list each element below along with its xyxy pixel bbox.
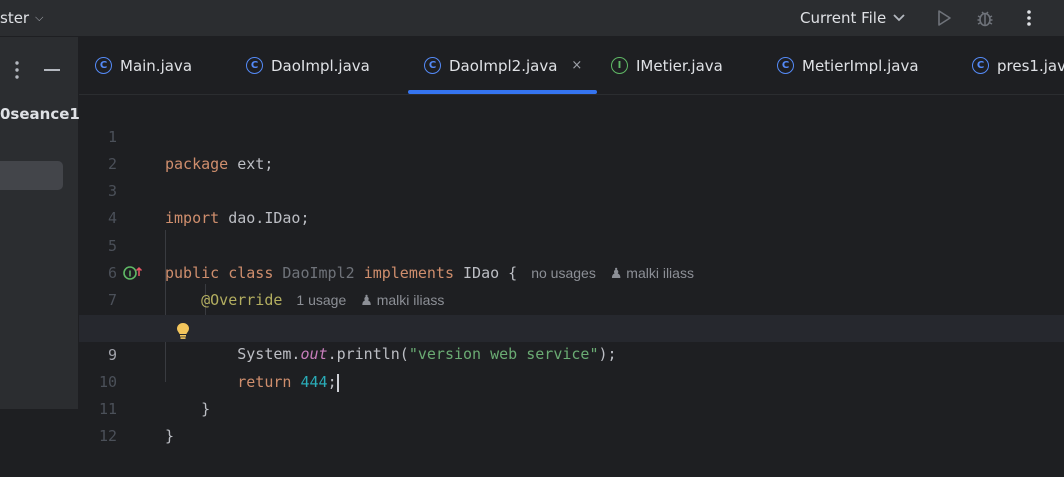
svg-text:I: I xyxy=(129,270,132,279)
chevron-down-icon: ⌵ xyxy=(35,11,44,24)
code-editor[interactable]: 1 package ext; 2 3 import dao.IDao; 4 5 … xyxy=(79,95,1064,445)
more-vertical-icon[interactable] xyxy=(10,60,24,80)
code-line: 2 xyxy=(79,124,1064,173)
run-icon[interactable] xyxy=(934,8,954,28)
class-icon: C xyxy=(777,57,794,74)
project-root-name[interactable]: 0seance1- xyxy=(0,105,86,123)
tab-daoimpl2-java[interactable]: C DaoImpl2.java × xyxy=(424,37,582,94)
code-line: 4 xyxy=(79,178,1064,227)
code-text: } xyxy=(165,427,175,445)
code-line: 11 } xyxy=(79,369,1064,445)
class-icon: C xyxy=(246,57,263,74)
code-line-current: 9 return 444; xyxy=(79,315,1064,392)
tab-label: pres1.java xyxy=(997,56,1064,75)
line-number: 12 xyxy=(98,427,117,445)
tab-metierimpl-java[interactable]: C MetierImpl.java xyxy=(777,37,919,94)
code-line: 10 } xyxy=(79,342,1064,418)
tab-pres1-java[interactable]: C pres1.java xyxy=(972,37,1064,94)
run-configuration-label: Current File xyxy=(800,9,887,27)
tab-label: Main.java xyxy=(120,56,193,75)
class-icon: C xyxy=(424,57,441,74)
active-tab-indicator xyxy=(408,90,597,94)
tab-label: DaoImpl2.java xyxy=(449,56,558,75)
close-icon[interactable]: × xyxy=(571,58,582,73)
code-line: 5 public class DaoImpl2 implements IDao … xyxy=(79,206,1064,282)
chevron-down-icon xyxy=(893,14,905,22)
tab-label: DaoImpl.java xyxy=(271,56,370,75)
tab-imetier-java[interactable]: I IMetier.java xyxy=(611,37,723,94)
tab-daoimpl-java[interactable]: C DaoImpl.java xyxy=(246,37,370,94)
code-line: 1 package ext; xyxy=(79,97,1064,173)
minimize-icon[interactable] xyxy=(44,69,60,71)
lightbulb-icon[interactable] xyxy=(176,322,190,340)
branch-name: ster xyxy=(0,9,30,27)
class-icon: C xyxy=(95,57,112,74)
code-line: 8 System.out.println("version web servic… xyxy=(79,287,1064,363)
editor-tabs: C Main.java C DaoImpl.java C DaoImpl2.ja… xyxy=(79,37,1064,95)
tab-label: MetierImpl.java xyxy=(802,56,919,75)
class-icon: C xyxy=(972,57,989,74)
code-line: 3 import dao.IDao; xyxy=(79,151,1064,227)
title-bar: ster ⌵ Current File xyxy=(0,0,1064,37)
code-line: 7 public double getData() { xyxy=(79,260,1064,336)
debug-icon[interactable] xyxy=(975,8,995,28)
branch-selector[interactable]: ster ⌵ xyxy=(0,0,43,36)
interface-icon: I xyxy=(611,57,628,74)
run-configuration-selector[interactable]: Current File xyxy=(800,0,905,36)
more-vertical-icon[interactable] xyxy=(1019,8,1039,28)
project-panel: 0seance1- xyxy=(0,37,86,409)
tab-main-java[interactable]: C Main.java xyxy=(95,37,192,94)
code-line: 6 @Override 1 usage ♟ malki iliass xyxy=(79,233,1064,309)
project-tree-selected-row[interactable] xyxy=(0,161,63,190)
project-panel-header xyxy=(0,37,78,93)
code-line: 12 xyxy=(79,396,1064,445)
implements-method-gutter-icon[interactable]: I xyxy=(123,265,143,281)
tab-label: IMetier.java xyxy=(636,56,723,75)
